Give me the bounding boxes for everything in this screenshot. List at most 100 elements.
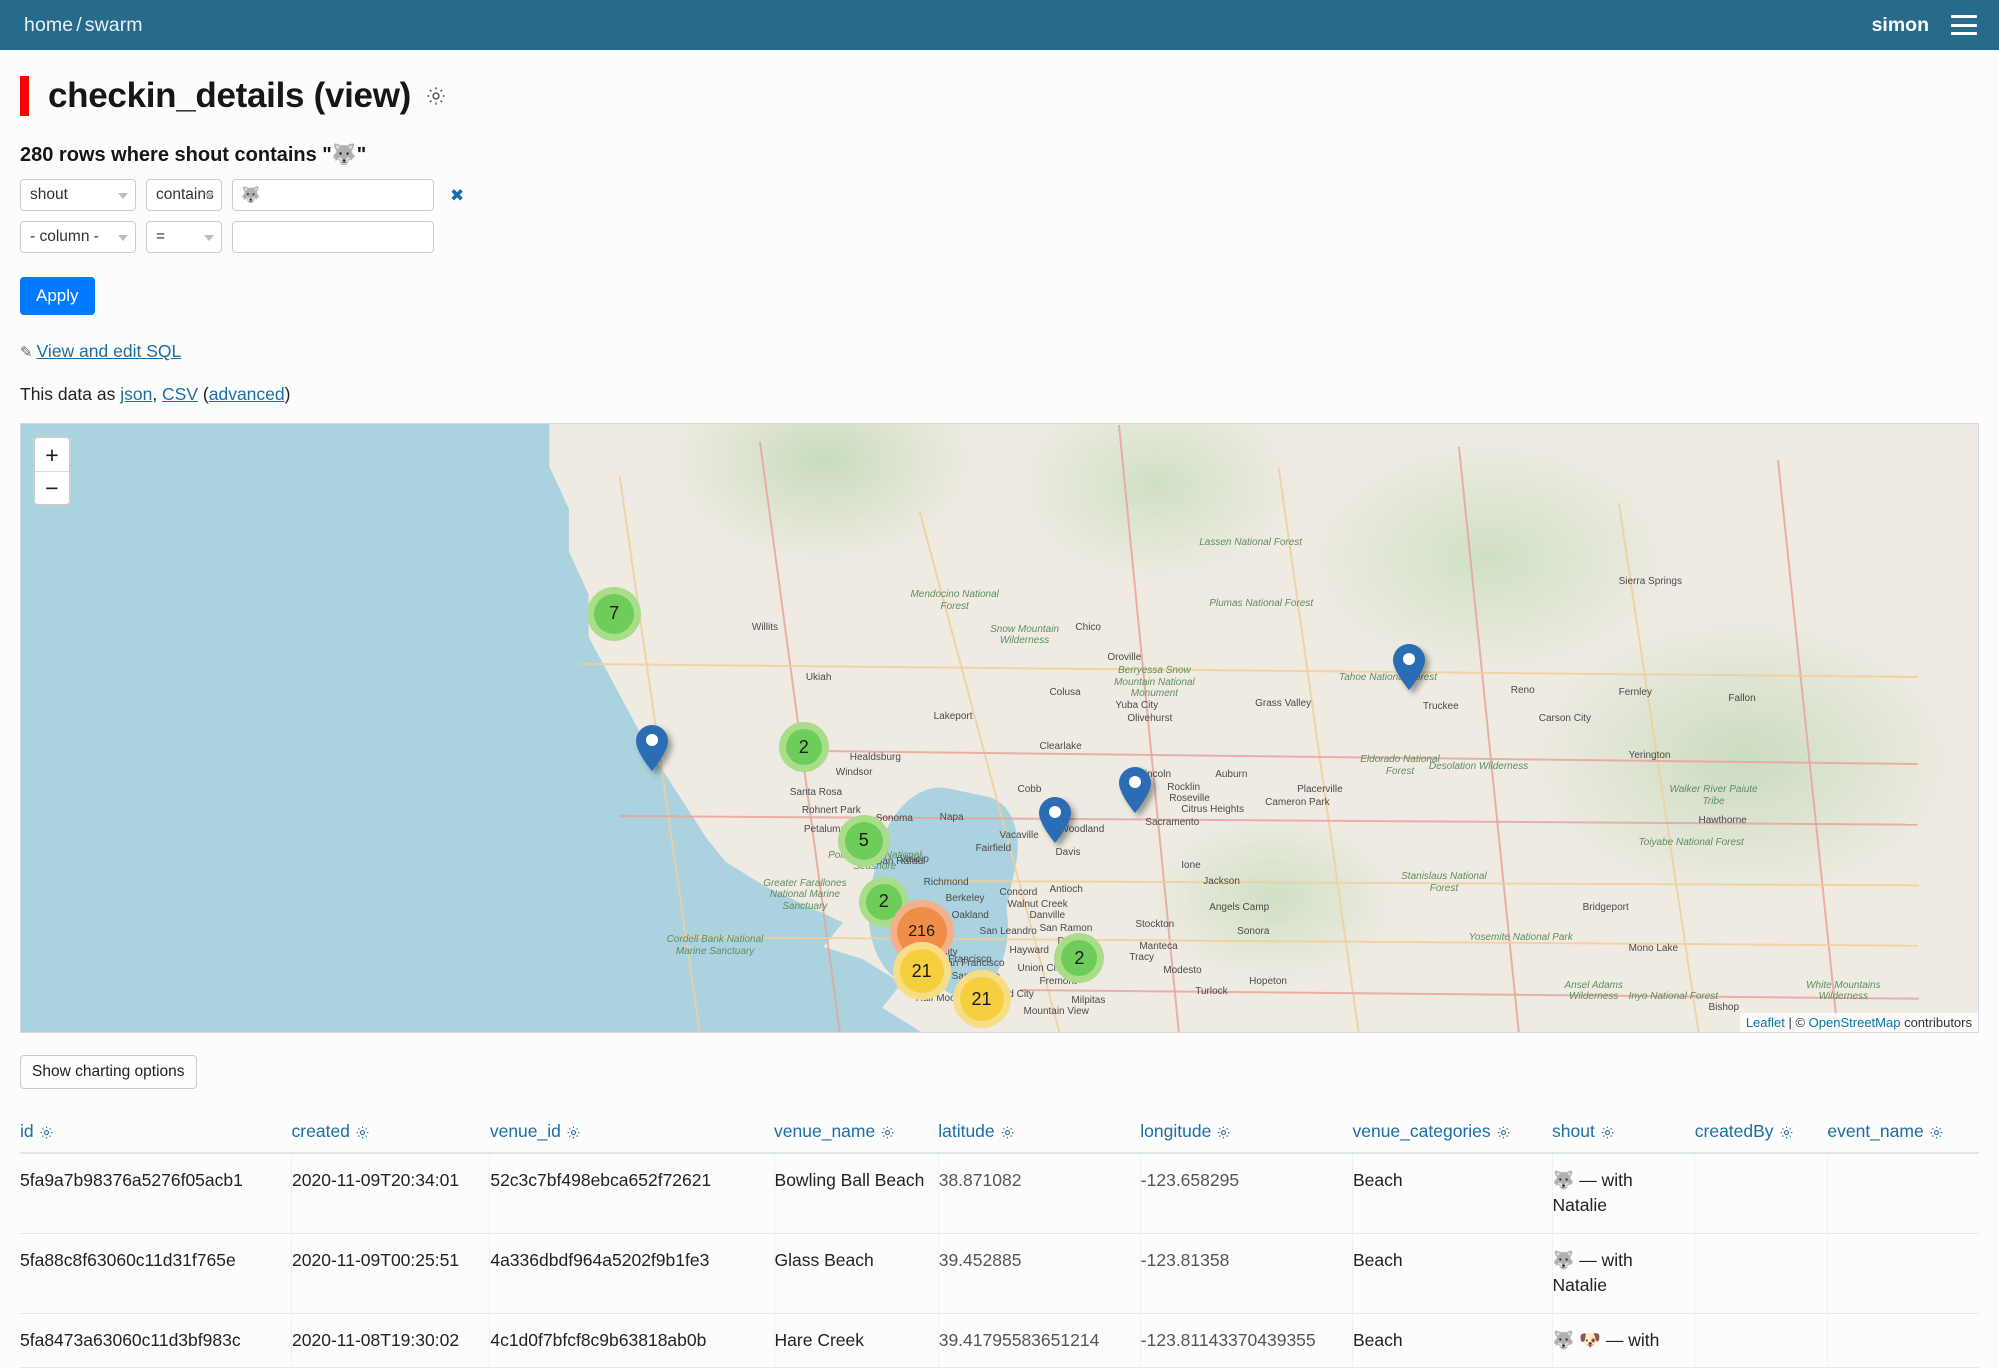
show-charting-options-button[interactable]: Show charting options [20, 1055, 197, 1089]
results-table-head: id created venue_id venue_name latitude longi… [20, 1115, 1979, 1154]
map-label: Manteca [1139, 940, 1178, 952]
map-cluster-marker[interactable]: 21 [892, 942, 951, 1001]
table-cell-latitude: 39.41795583651214 [938, 1313, 1141, 1368]
map-label: Walker River Paiute Tribe [1669, 784, 1758, 807]
map-cluster-marker[interactable]: 2 [1054, 933, 1105, 984]
map-label: Citrus Heights [1181, 804, 1245, 815]
map-label: Grass Valley [1255, 697, 1312, 709]
table-column-label: id [20, 1121, 34, 1141]
filter-operator-select-wrap-1: contains [146, 179, 222, 211]
map-label: Auburn [1215, 769, 1248, 781]
openstreetmap-link[interactable]: OpenStreetMap [1809, 1015, 1901, 1030]
gear-icon[interactable] [39, 1121, 54, 1141]
filter-column-select-2[interactable]: - column - [20, 221, 136, 253]
map-cluster-marker[interactable]: 7 [587, 586, 642, 641]
table-column-header-event_name: event_name [1827, 1115, 1979, 1154]
page-title: checkin_details (view) [48, 76, 412, 115]
map-label: Lassen National Forest [1199, 536, 1303, 548]
map-label: White Mountains Wilderness [1806, 979, 1881, 1003]
gear-icon[interactable] [1000, 1121, 1015, 1141]
csv-export-link[interactable]: CSV [162, 384, 198, 404]
gear-icon[interactable] [1929, 1121, 1944, 1141]
table-cell-id: 5fa8473a63060c11d3bf983c [20, 1313, 293, 1368]
gear-icon[interactable] [880, 1121, 895, 1141]
map-label: Colusa [1049, 686, 1081, 698]
leaflet-link[interactable]: Leaflet [1746, 1015, 1785, 1030]
leaflet-map[interactable]: Willits Ukiah Lakeport Clearlake Cobb Healdsb… [20, 423, 1979, 1033]
gear-icon[interactable] [1496, 1121, 1511, 1141]
table-column-label: venue_name [774, 1121, 876, 1141]
map-cluster-count: 21 [899, 949, 944, 994]
breadcrumb-separator: / [76, 13, 82, 36]
map-label: Stockton [1135, 919, 1175, 931]
map-label: Hopeton [1249, 975, 1287, 987]
filter-operator-select-1[interactable]: contains [146, 179, 222, 211]
zoom-out-button[interactable]: − [35, 471, 69, 504]
map-label: Willits [751, 621, 778, 633]
view-and-edit-sql-link[interactable]: View and edit SQL [37, 341, 182, 361]
map-label: Napa [939, 812, 964, 824]
map-pin-marker[interactable] [1039, 797, 1072, 844]
table-cell-latitude: 38.871082 [938, 1153, 1141, 1234]
table-column-header-venue_categories: venue_categories [1352, 1115, 1553, 1154]
export-prefix-label: This data as [20, 384, 121, 404]
attribution-copyright: © [1795, 1015, 1809, 1030]
map-label: Rocklin [1167, 782, 1201, 794]
map-label: Vacaville [999, 830, 1039, 842]
map-cluster-count: 7 [594, 593, 635, 634]
table-cell-created: 2020-11-09T00:25:51 [291, 1233, 491, 1314]
table-cell-longitude: -123.81358 [1140, 1233, 1353, 1314]
map-pin-marker[interactable] [1119, 766, 1152, 813]
gear-icon[interactable] [1779, 1121, 1794, 1141]
filter-value-input-1[interactable] [232, 179, 434, 211]
map-cluster-marker[interactable]: 2 [778, 722, 829, 773]
map-pin-marker[interactable] [636, 725, 669, 772]
map-label: Desolation Wilderness [1428, 760, 1529, 772]
table-header-row: id created venue_id venue_name latitude longi… [20, 1115, 1979, 1154]
table-row: 5fa8473a63060c11d3bf983c 2020-11-08T19:30… [20, 1313, 1979, 1368]
username-label[interactable]: simon [1872, 14, 1929, 37]
advanced-open-paren: ( [198, 384, 209, 404]
map-label: Clearlake [1039, 741, 1082, 753]
table-column-label: created [291, 1121, 350, 1141]
table-cell-created: 2020-11-08T19:30:02 [291, 1313, 491, 1368]
results-table-body: 5fa9a7b98376a5276f05acb1 2020-11-09T20:34… [20, 1153, 1979, 1368]
map-cluster-marker[interactable]: 5 [837, 814, 890, 867]
advanced-export-link[interactable]: advanced [209, 384, 285, 404]
map-label: Hawthorne [1698, 814, 1747, 826]
map-label: Concord [999, 886, 1038, 898]
map-label: Plumas National Forest [1209, 597, 1314, 609]
breadcrumb-database-link[interactable]: swarm [85, 14, 143, 36]
map-label: Santa Rosa [789, 786, 843, 798]
table-cell-createdBy [1694, 1233, 1828, 1314]
filter-operator-select-2[interactable]: = [146, 221, 222, 253]
table-cell-event_name [1827, 1313, 1979, 1368]
filter-column-select-1[interactable]: shout [20, 179, 136, 211]
gear-icon[interactable] [355, 1121, 370, 1141]
remove-filter-button-1[interactable]: ✖ [450, 187, 464, 204]
gear-icon[interactable] [1216, 1121, 1231, 1141]
map-label: Stanislaus National Forest [1401, 871, 1487, 894]
map-label: Ukiah [805, 671, 832, 683]
gear-icon[interactable] [425, 85, 447, 107]
breadcrumb-home-link[interactable]: home [24, 14, 73, 36]
filter-column-select-wrap-1: shout [20, 179, 136, 211]
table-cell-longitude: -123.81143370439355 [1140, 1313, 1353, 1368]
page-title-row: checkin_details (view) [20, 76, 1979, 116]
table-column-label: venue_id [489, 1121, 561, 1141]
hamburger-icon[interactable] [1951, 15, 1977, 35]
map-label: Fallon [1728, 693, 1756, 705]
gear-icon[interactable] [566, 1121, 581, 1141]
table-cell-createdBy [1694, 1313, 1828, 1368]
apply-button[interactable]: Apply [20, 277, 95, 315]
zoom-in-button[interactable]: + [35, 438, 69, 471]
filter-value-input-2[interactable] [232, 221, 434, 253]
map-pin-marker[interactable] [1392, 643, 1425, 690]
map-label: Oakland [951, 910, 989, 922]
json-export-link[interactable]: json [120, 384, 152, 404]
map-cluster-marker[interactable]: 21 [952, 970, 1011, 1029]
gear-icon[interactable] [1600, 1121, 1615, 1141]
map-label: Richmond [923, 876, 969, 888]
table-column-label: latitude [938, 1121, 995, 1141]
map-zoom-controls[interactable]: + − [33, 436, 71, 506]
